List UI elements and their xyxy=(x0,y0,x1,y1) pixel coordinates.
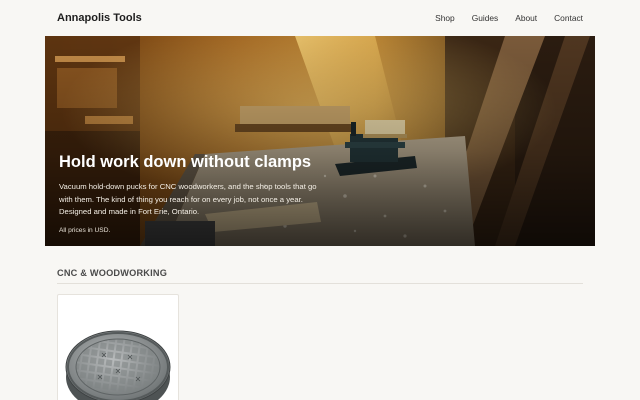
nav-item-about[interactable]: About xyxy=(515,13,537,23)
nav-item-shop[interactable]: Shop xyxy=(435,13,455,23)
site-header: Annapolis Tools Shop Guides About Contac… xyxy=(0,0,640,36)
nav-item-contact[interactable]: Contact xyxy=(554,13,583,23)
hero-banner: Hold work down without clamps Vacuum hol… xyxy=(45,36,595,246)
nav-item-guides[interactable]: Guides xyxy=(472,13,499,23)
hero-text: Hold work down without clamps Vacuum hol… xyxy=(59,152,319,234)
section-title: CNC & WOODWORKING xyxy=(57,268,168,278)
product-card[interactable] xyxy=(57,294,179,400)
section-divider xyxy=(57,283,583,284)
main-nav: Shop Guides About Contact xyxy=(435,13,583,23)
hero-title: Hold work down without clamps xyxy=(59,153,312,171)
price-note: All prices in USD. xyxy=(59,226,111,234)
brand-logo[interactable]: Annapolis Tools xyxy=(57,12,142,24)
hero-description: Vacuum hold-down pucks for CNC woodworke… xyxy=(59,182,317,216)
vacuum-puck-image xyxy=(65,330,171,400)
